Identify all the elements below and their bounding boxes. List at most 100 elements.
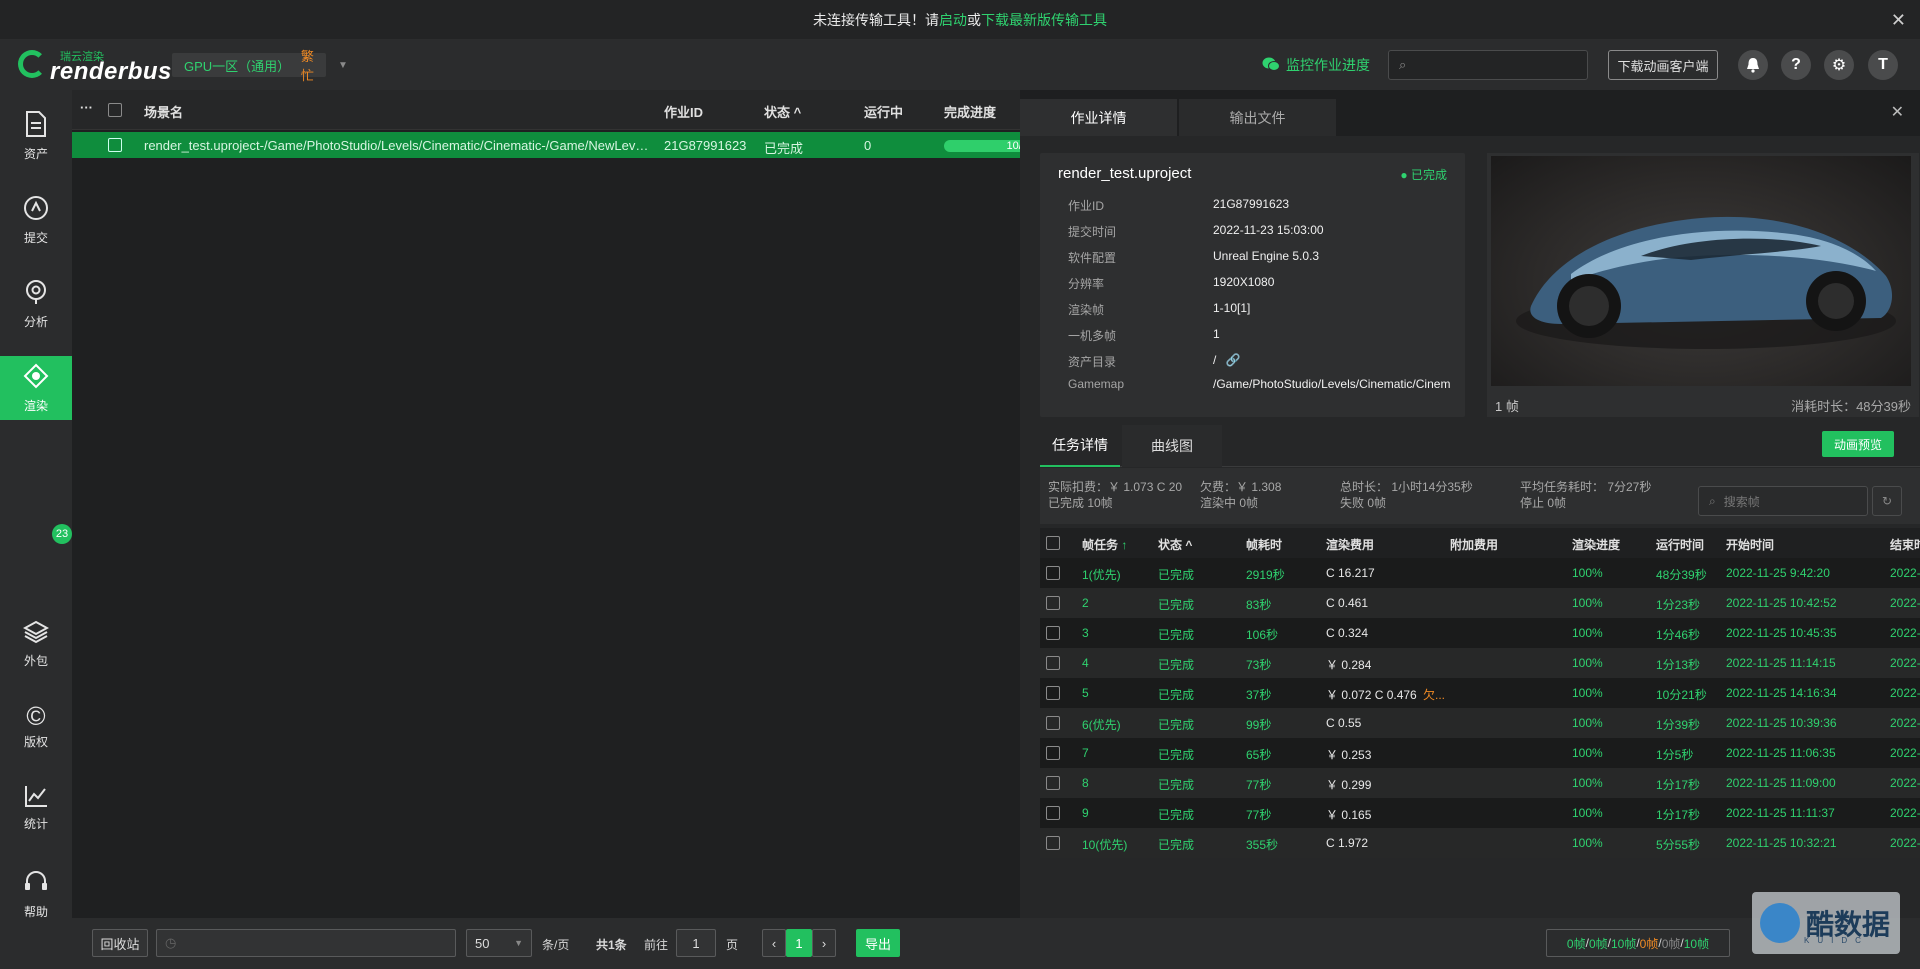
- info-label: 软件配置: [1068, 251, 1117, 265]
- refresh-icon[interactable]: ↻: [1872, 486, 1902, 516]
- task-end-time: 2022-1: [1890, 686, 1920, 700]
- renderbus-logo[interactable]: 瑞云渲染 renderbus: [18, 48, 171, 85]
- sidebar-item-render[interactable]: 渲染: [0, 356, 72, 420]
- task-status: 已完成: [1158, 748, 1195, 762]
- page-size-select[interactable]: 50 ▼: [466, 929, 532, 957]
- monitor-job-progress[interactable]: 监控作业进度: [1262, 55, 1370, 75]
- chevron-down-icon[interactable]: ▼: [338, 60, 348, 71]
- task-render-fee: ￥ 0.072 C 0.476: [1326, 688, 1417, 702]
- tab-output-files[interactable]: 输出文件: [1179, 99, 1336, 136]
- task-frame: 2: [1082, 596, 1089, 610]
- task-start-time: 2022-11-25 10:45:35: [1726, 626, 1837, 640]
- search-frames-input[interactable]: ⌕ 搜索帧: [1698, 486, 1868, 516]
- sidebar-item-copyright[interactable]: © 版权: [0, 694, 72, 758]
- tab-job-detail[interactable]: 作业详情: [1020, 99, 1177, 136]
- column-start-time: 开始时间: [1726, 538, 1775, 552]
- table-row[interactable]: render_test.uproject-/Game/PhotoStudio/L…: [72, 132, 1020, 158]
- task-frame: 3: [1082, 626, 1089, 640]
- table-row[interactable]: 10(优先) 已完成 355秒 C 1.972 100% 5分55秒 2022-11-25 …: [1040, 828, 1920, 858]
- animation-preview-button[interactable]: 动画预览: [1822, 431, 1894, 457]
- table-row[interactable]: 8 已完成 77秒 ￥ 0.299 100% 1分17秒 2022-11-25 11:09:…: [1040, 768, 1920, 798]
- close-icon[interactable]: ✕: [1891, 102, 1904, 122]
- task-run-time: 48分39秒: [1656, 568, 1707, 582]
- row-checkbox[interactable]: [1046, 656, 1060, 670]
- task-frame-time: 355秒: [1246, 838, 1279, 852]
- next-page-icon[interactable]: ›: [812, 929, 836, 957]
- help-icon[interactable]: ?: [1781, 50, 1811, 80]
- connection-notice-bar: 未连接传输工具！请 启动 或 下载最新版传输工具: [0, 0, 1920, 40]
- total-count: 共1条: [596, 938, 627, 952]
- download-transfer-link[interactable]: 下载最新版传输工具: [981, 10, 1107, 30]
- table-row[interactable]: 7 已完成 65秒 ￥ 0.253 100% 1分5秒 2022-11-25 11:06:3…: [1040, 738, 1920, 768]
- task-render-progress: 100%: [1572, 566, 1603, 580]
- row-checkbox[interactable]: [1046, 836, 1060, 850]
- row-checkbox[interactable]: [1046, 596, 1060, 610]
- table-row[interactable]: 9 已完成 77秒 ￥ 0.165 100% 1分17秒 2022-11-25 11:11:…: [1040, 798, 1920, 828]
- outsource-count-badge: 23: [52, 524, 72, 544]
- column-job-id: 作业ID: [664, 105, 704, 120]
- goto-page-input[interactable]: 1: [676, 929, 716, 957]
- close-icon[interactable]: ✕: [1891, 10, 1906, 31]
- owed-fee: 欠费：￥ 1.308: [1200, 480, 1282, 494]
- date-range-input[interactable]: ◷: [156, 929, 456, 957]
- wechat-icon: [1262, 56, 1280, 75]
- table-row[interactable]: 4 已完成 73秒 ￥ 0.284 100% 1分13秒 2022-11-25 11:14:…: [1040, 648, 1920, 678]
- column-frame[interactable]: 帧任务 ↑: [1082, 536, 1127, 553]
- gear-icon[interactable]: ⚙: [1824, 50, 1854, 80]
- row-checkbox[interactable]: [1046, 686, 1060, 700]
- row-checkbox[interactable]: [1046, 566, 1060, 580]
- table-row[interactable]: 2 已完成 83秒 C 0.461 100% 1分23秒 2022-11-25 10:42:…: [1040, 588, 1920, 618]
- job-detail-panel: 作业详情 输出文件 ✕ render_test.uproject ● 已完成 作…: [1020, 90, 1920, 918]
- start-transfer-link[interactable]: 启动: [939, 10, 967, 30]
- top-search-input[interactable]: ⌕: [1388, 50, 1588, 80]
- layers-icon: [22, 620, 50, 648]
- tab-curve-chart[interactable]: 曲线图: [1122, 425, 1222, 467]
- table-row[interactable]: 6(优先) 已完成 99秒 C 0.55 100% 1分39秒 2022-11-25 10:…: [1040, 708, 1920, 738]
- more-columns-button[interactable]: ···: [80, 100, 93, 115]
- prev-page-icon[interactable]: ‹: [762, 929, 786, 957]
- recycle-bin-button[interactable]: 回收站: [92, 929, 148, 957]
- table-row[interactable]: 1(优先) 已完成 2919秒 C 16.217 100% 48分39秒 2022-11-2…: [1040, 558, 1920, 588]
- task-select-all-checkbox[interactable]: [1046, 536, 1060, 550]
- zone-selector[interactable]: GPU一区（通用） 繁忙: [172, 49, 326, 83]
- tab-task-detail[interactable]: 任务详情: [1040, 425, 1120, 467]
- export-button[interactable]: 导出: [856, 929, 900, 957]
- task-run-time: 1分46秒: [1656, 628, 1701, 642]
- table-row[interactable]: 3 已完成 106秒 C 0.324 100% 1分46秒 2022-11-25 10:45…: [1040, 618, 1920, 648]
- download-client-button[interactable]: 下载动画客户端: [1608, 50, 1718, 80]
- preview-thumbnail[interactable]: [1491, 156, 1911, 386]
- page-number-button[interactable]: 1: [786, 929, 812, 957]
- bell-icon[interactable]: [1738, 50, 1768, 80]
- link-icon[interactable]: 🔗: [1226, 353, 1241, 367]
- task-frame: 8: [1082, 776, 1089, 790]
- info-value: 1920X1080: [1213, 275, 1275, 289]
- task-frame-time: 77秒: [1246, 808, 1272, 822]
- row-checkbox[interactable]: [1046, 626, 1060, 640]
- sidebar-item-help[interactable]: 帮助: [0, 862, 72, 926]
- sidebar-item-analysis[interactable]: 分析: [0, 272, 72, 336]
- row-checkbox[interactable]: [1046, 806, 1060, 820]
- logo-text: renderbus: [50, 58, 172, 85]
- row-checkbox[interactable]: [1046, 746, 1060, 760]
- task-render-progress: 100%: [1572, 626, 1603, 640]
- job-id: 21G87991623: [664, 138, 747, 153]
- row-checkbox[interactable]: [108, 138, 122, 152]
- column-end-time: 结束时: [1890, 538, 1920, 552]
- table-row[interactable]: 5 已完成 37秒 ￥ 0.072 C 0.476 欠... 100% 10分21秒 2022…: [1040, 678, 1920, 708]
- row-checkbox[interactable]: [1046, 776, 1060, 790]
- sidebar-item-statistics[interactable]: 统计: [0, 776, 72, 840]
- column-task-status[interactable]: 状态 ^: [1158, 536, 1192, 553]
- task-render-fee: C 1.972: [1326, 836, 1369, 850]
- sidebar-item-submit[interactable]: 提交: [0, 188, 72, 252]
- select-all-checkbox[interactable]: [108, 103, 122, 117]
- sidebar-item-assets[interactable]: 资产: [0, 104, 72, 168]
- task-frame: 1(优先): [1082, 568, 1121, 582]
- sidebar-item-outsource[interactable]: 外包: [0, 612, 72, 676]
- info-value: 2022-11-23 15:03:00: [1213, 223, 1324, 237]
- document-icon: [24, 110, 48, 141]
- row-checkbox[interactable]: [1046, 716, 1060, 730]
- column-status[interactable]: 状态 ^: [764, 102, 801, 121]
- avatar[interactable]: T: [1868, 50, 1898, 80]
- task-render-fee: C 16.217: [1326, 566, 1375, 580]
- job-title: render_test.uproject: [1058, 165, 1192, 182]
